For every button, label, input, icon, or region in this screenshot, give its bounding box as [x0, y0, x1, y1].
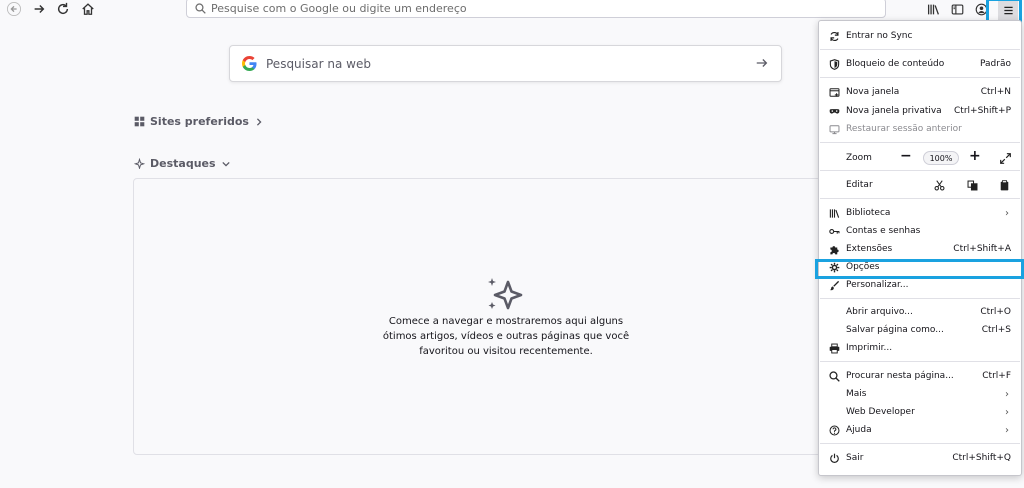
restore-session-icon — [828, 123, 840, 135]
sidebar-button[interactable] — [948, 0, 966, 18]
paintbrush-icon — [828, 279, 840, 291]
menu-separator — [820, 170, 1020, 171]
options-highlight — [815, 259, 1024, 279]
highlights-title: Destaques — [150, 157, 216, 170]
menu-separator — [820, 198, 1020, 199]
menu-item-content-blocking[interactable]: Bloqueio de conteúdo Padrão — [819, 55, 1021, 73]
menu-item-print[interactable]: Imprimir... — [819, 339, 1021, 357]
search-icon — [828, 370, 840, 382]
private-mask-icon — [828, 105, 840, 117]
menu-separator — [820, 361, 1020, 362]
puzzle-piece-icon — [828, 243, 840, 255]
help-icon — [828, 424, 840, 436]
copy-icon[interactable] — [966, 179, 978, 191]
zoom-in-button[interactable]: + — [969, 148, 981, 164]
submenu-arrow-icon: › — [1005, 388, 1009, 400]
search-submit-arrow-icon[interactable] — [755, 56, 769, 70]
menu-item-save-page[interactable]: Salvar página como... Ctrl+S — [819, 321, 1021, 339]
menu-separator — [820, 443, 1020, 444]
reload-button[interactable] — [53, 0, 73, 18]
key-icon — [828, 225, 840, 237]
google-logo-icon — [242, 56, 257, 71]
highlights-header[interactable]: Destaques — [134, 157, 235, 170]
power-icon — [828, 452, 840, 464]
web-search-box[interactable]: Pesquisar na web — [229, 45, 782, 82]
library-icon — [927, 4, 939, 15]
menu-item-restore-session[interactable]: Restaurar sessão anterior — [819, 120, 1021, 138]
back-button[interactable] — [4, 0, 24, 18]
zoom-out-button[interactable]: − — [900, 148, 912, 164]
menu-item-more[interactable]: Mais › — [819, 385, 1021, 403]
submenu-arrow-icon: › — [1005, 406, 1009, 418]
toolbar: Pesquise com o Google ou digite um ender… — [0, 0, 1024, 20]
menu-separator — [820, 49, 1020, 50]
fullscreen-icon[interactable] — [999, 152, 1011, 164]
url-bar[interactable]: Pesquise com o Google ou digite um ender… — [186, 0, 886, 18]
zoom-reset-button[interactable]: 100% — [923, 151, 959, 165]
menu-item-sync[interactable]: Entrar no Sync — [819, 27, 1021, 45]
new-window-icon — [828, 86, 840, 98]
chevron-down-icon — [221, 161, 230, 167]
web-search-placeholder: Pesquisar na web — [266, 56, 371, 71]
menu-item-open-file[interactable]: Abrir arquivo... Ctrl+O — [819, 303, 1021, 321]
home-button[interactable] — [78, 0, 98, 18]
menu-item-web-developer[interactable]: Web Developer › — [819, 403, 1021, 421]
library-icon — [828, 207, 840, 219]
menu-item-find[interactable]: Procurar nesta página... Ctrl+F — [819, 367, 1021, 385]
menu-separator — [820, 142, 1020, 143]
search-icon — [195, 2, 206, 14]
menu-item-logins[interactable]: Contas e senhas — [819, 222, 1021, 240]
top-sites-title: Sites preferidos — [150, 115, 249, 128]
highlights-empty-message: Comece a navegar e mostraremos aqui algu… — [382, 316, 630, 357]
menu-item-addons[interactable]: Extensões Ctrl+Shift+A — [819, 240, 1021, 258]
submenu-arrow-icon: › — [1005, 424, 1009, 436]
menu-item-new-window[interactable]: Nova janela Ctrl+N — [819, 83, 1021, 101]
cut-icon[interactable] — [933, 179, 945, 191]
sparkle-icon — [134, 158, 145, 169]
paste-icon[interactable] — [998, 179, 1010, 191]
forward-button[interactable] — [29, 0, 49, 18]
home-icon — [82, 3, 94, 15]
sync-icon — [828, 30, 840, 42]
menu-item-help[interactable]: Ajuda › — [819, 421, 1021, 439]
highlights-sparkle-icon — [488, 278, 523, 310]
app-menu-panel: Entrar no Sync Bloqueio de conteúdo Padr… — [818, 20, 1022, 476]
back-arrow-icon — [7, 2, 21, 16]
menu-separator — [820, 77, 1020, 78]
menu-item-edit: Editar — [819, 176, 1021, 194]
printer-icon — [828, 342, 840, 354]
forward-arrow-icon — [34, 5, 45, 13]
submenu-arrow-icon: › — [1005, 207, 1009, 219]
menu-item-library[interactable]: Biblioteca › — [819, 204, 1021, 222]
chevron-right-icon — [256, 117, 262, 126]
reload-icon — [57, 2, 69, 15]
menu-item-zoom: Zoom − 100% + — [819, 148, 1021, 168]
url-bar-placeholder: Pesquise com o Google ou digite um ender… — [211, 1, 467, 15]
library-button[interactable] — [924, 0, 942, 18]
menu-item-private-window[interactable]: Nova janela privativa Ctrl+Shift+P — [819, 102, 1021, 120]
grid-icon — [134, 116, 145, 127]
top-sites-header[interactable]: Sites preferidos — [134, 115, 268, 128]
menu-item-quit[interactable]: Sair Ctrl+Shift+Q — [819, 449, 1021, 467]
sidebar-icon — [951, 3, 963, 15]
shield-icon — [828, 58, 840, 70]
menu-separator — [820, 298, 1020, 299]
